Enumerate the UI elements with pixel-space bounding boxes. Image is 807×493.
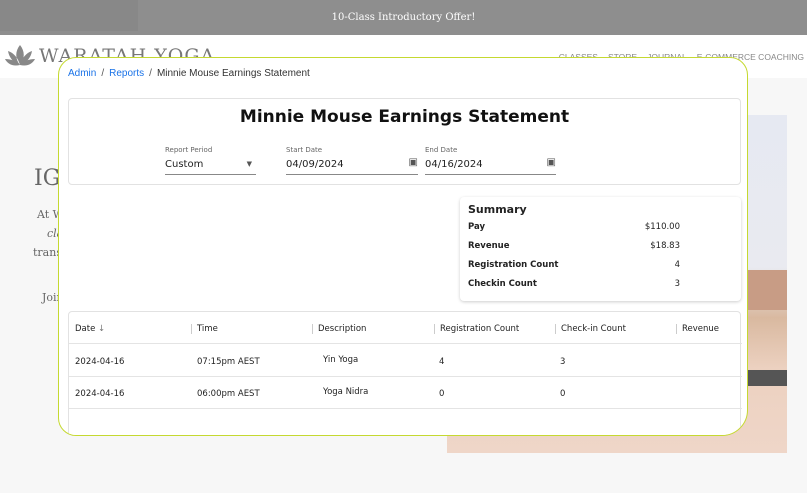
page-title: Minnie Mouse Earnings Statement [69,107,740,127]
start-date-field[interactable]: Start Date 04/09/2024 ▣ [286,146,418,175]
column-header-description[interactable]: Description [312,324,366,334]
column-header-revenue[interactable]: Revenue [676,324,719,334]
calendar-icon[interactable]: ▣ [409,157,418,168]
report-header-card: Minnie Mouse Earnings Statement Report P… [68,98,741,185]
summary-label: Revenue [468,241,509,251]
summary-label: Pay [468,222,485,232]
column-header-registration-count[interactable]: Registration Count [434,324,519,334]
breadcrumb: Admin / Reports / Minnie Mouse Earnings Stat… [68,68,310,79]
summary-row-revenue: Revenue $18.83 [468,241,680,251]
cell-date: 2024-04-16 [75,389,124,399]
summary-value: $18.83 [650,241,680,251]
banner-shade [0,0,138,31]
start-date-label: Start Date [286,146,418,154]
summary-row-checkin-count: Checkin Count 3 [468,279,680,289]
column-header-checkin-count[interactable]: Check-in Count [555,324,626,334]
summary-label: Registration Count [468,260,558,270]
cell-description: Yoga Nidra [323,387,368,397]
cell-registration-count: 0 [439,389,444,399]
summary-row-pay: Pay $110.00 [468,222,680,232]
table-row[interactable]: 2024-04-16 06:00pm AEST Yoga Nidra 0 0 [69,377,742,409]
cell-time: 06:00pm AEST [197,389,260,399]
table-row[interactable]: 2024-04-16 07:15pm AEST Yin Yoga 4 3 [69,345,742,377]
image-detail [747,370,787,386]
summary-value: 3 [675,279,680,289]
cell-checkin-count: 0 [560,389,565,399]
breadcrumb-separator: / [149,68,152,79]
promo-banner[interactable]: 10-Class Introductory Offer! [0,0,807,35]
earnings-modal: Admin / Reports / Minnie Mouse Earnings Stat… [58,57,748,436]
image-detail [747,270,787,310]
summary-value: $110.00 [645,222,680,232]
summary-label: Checkin Count [468,279,537,289]
end-date-value: 04/16/2024 [425,159,483,170]
lotus-icon [5,43,35,69]
breadcrumb-current: Minnie Mouse Earnings Statement [157,68,310,79]
sort-arrow-icon[interactable]: ↓ [98,324,105,334]
end-date-field[interactable]: End Date 04/16/2024 ▣ [425,146,556,175]
breadcrumb-separator: / [101,68,104,79]
dropdown-arrow-icon: ▼ [247,160,252,168]
summary-value: 4 [675,260,680,270]
calendar-icon[interactable]: ▣ [547,157,556,168]
column-header-date[interactable]: Date ↓ [75,324,105,334]
summary-row-registration-count: Registration Count 4 [468,260,680,270]
breadcrumb-admin[interactable]: Admin [68,68,96,79]
end-date-label: End Date [425,146,556,154]
report-period-select[interactable]: Report Period Custom ▼ [165,146,256,175]
cell-registration-count: 4 [439,357,444,367]
breadcrumb-reports[interactable]: Reports [109,68,144,79]
start-date-value: 04/09/2024 [286,159,344,170]
cell-date: 2024-04-16 [75,357,124,367]
table-header-row: Date ↓ Time Description Registration Cou… [69,312,742,344]
cell-description: Yin Yoga [323,355,358,365]
bg-heading: IG [34,166,60,191]
summary-card: Summary Pay $110.00 Revenue $18.83 Registr… [460,197,741,301]
column-header-time[interactable]: Time [191,324,218,334]
report-period-label: Report Period [165,146,256,154]
earnings-table: Date ↓ Time Description Registration Cou… [68,311,741,436]
summary-title: Summary [468,203,527,216]
cell-checkin-count: 3 [560,357,565,367]
cell-time: 07:15pm AEST [197,357,260,367]
column-label: Date [75,324,95,334]
report-period-value: Custom [165,159,203,170]
promo-text[interactable]: 10-Class Introductory Offer! [332,12,476,23]
